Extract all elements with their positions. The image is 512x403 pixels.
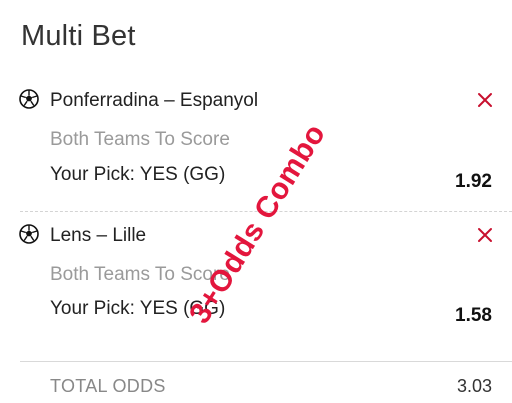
page-title: Multi Bet	[21, 20, 136, 52]
market-name: Both Teams To Score	[50, 129, 230, 150]
match-name: Ponferradina – Espanyol	[50, 90, 259, 111]
remove-bet-icon[interactable]	[476, 91, 494, 109]
total-odds-value: 3.03	[456, 376, 492, 396]
total-divider	[20, 361, 512, 362]
pick-text: Your Pick: YES (GG)	[50, 164, 226, 185]
remove-bet-icon[interactable]	[476, 226, 494, 244]
total-odds-label: TOTAL ODDS	[50, 376, 166, 396]
odds-value: 1.92	[455, 171, 492, 192]
soccer-ball-icon	[19, 89, 39, 109]
soccer-ball-icon	[19, 224, 39, 244]
match-name: Lens – Lille	[50, 225, 147, 246]
odds-value: 1.58	[455, 305, 492, 326]
